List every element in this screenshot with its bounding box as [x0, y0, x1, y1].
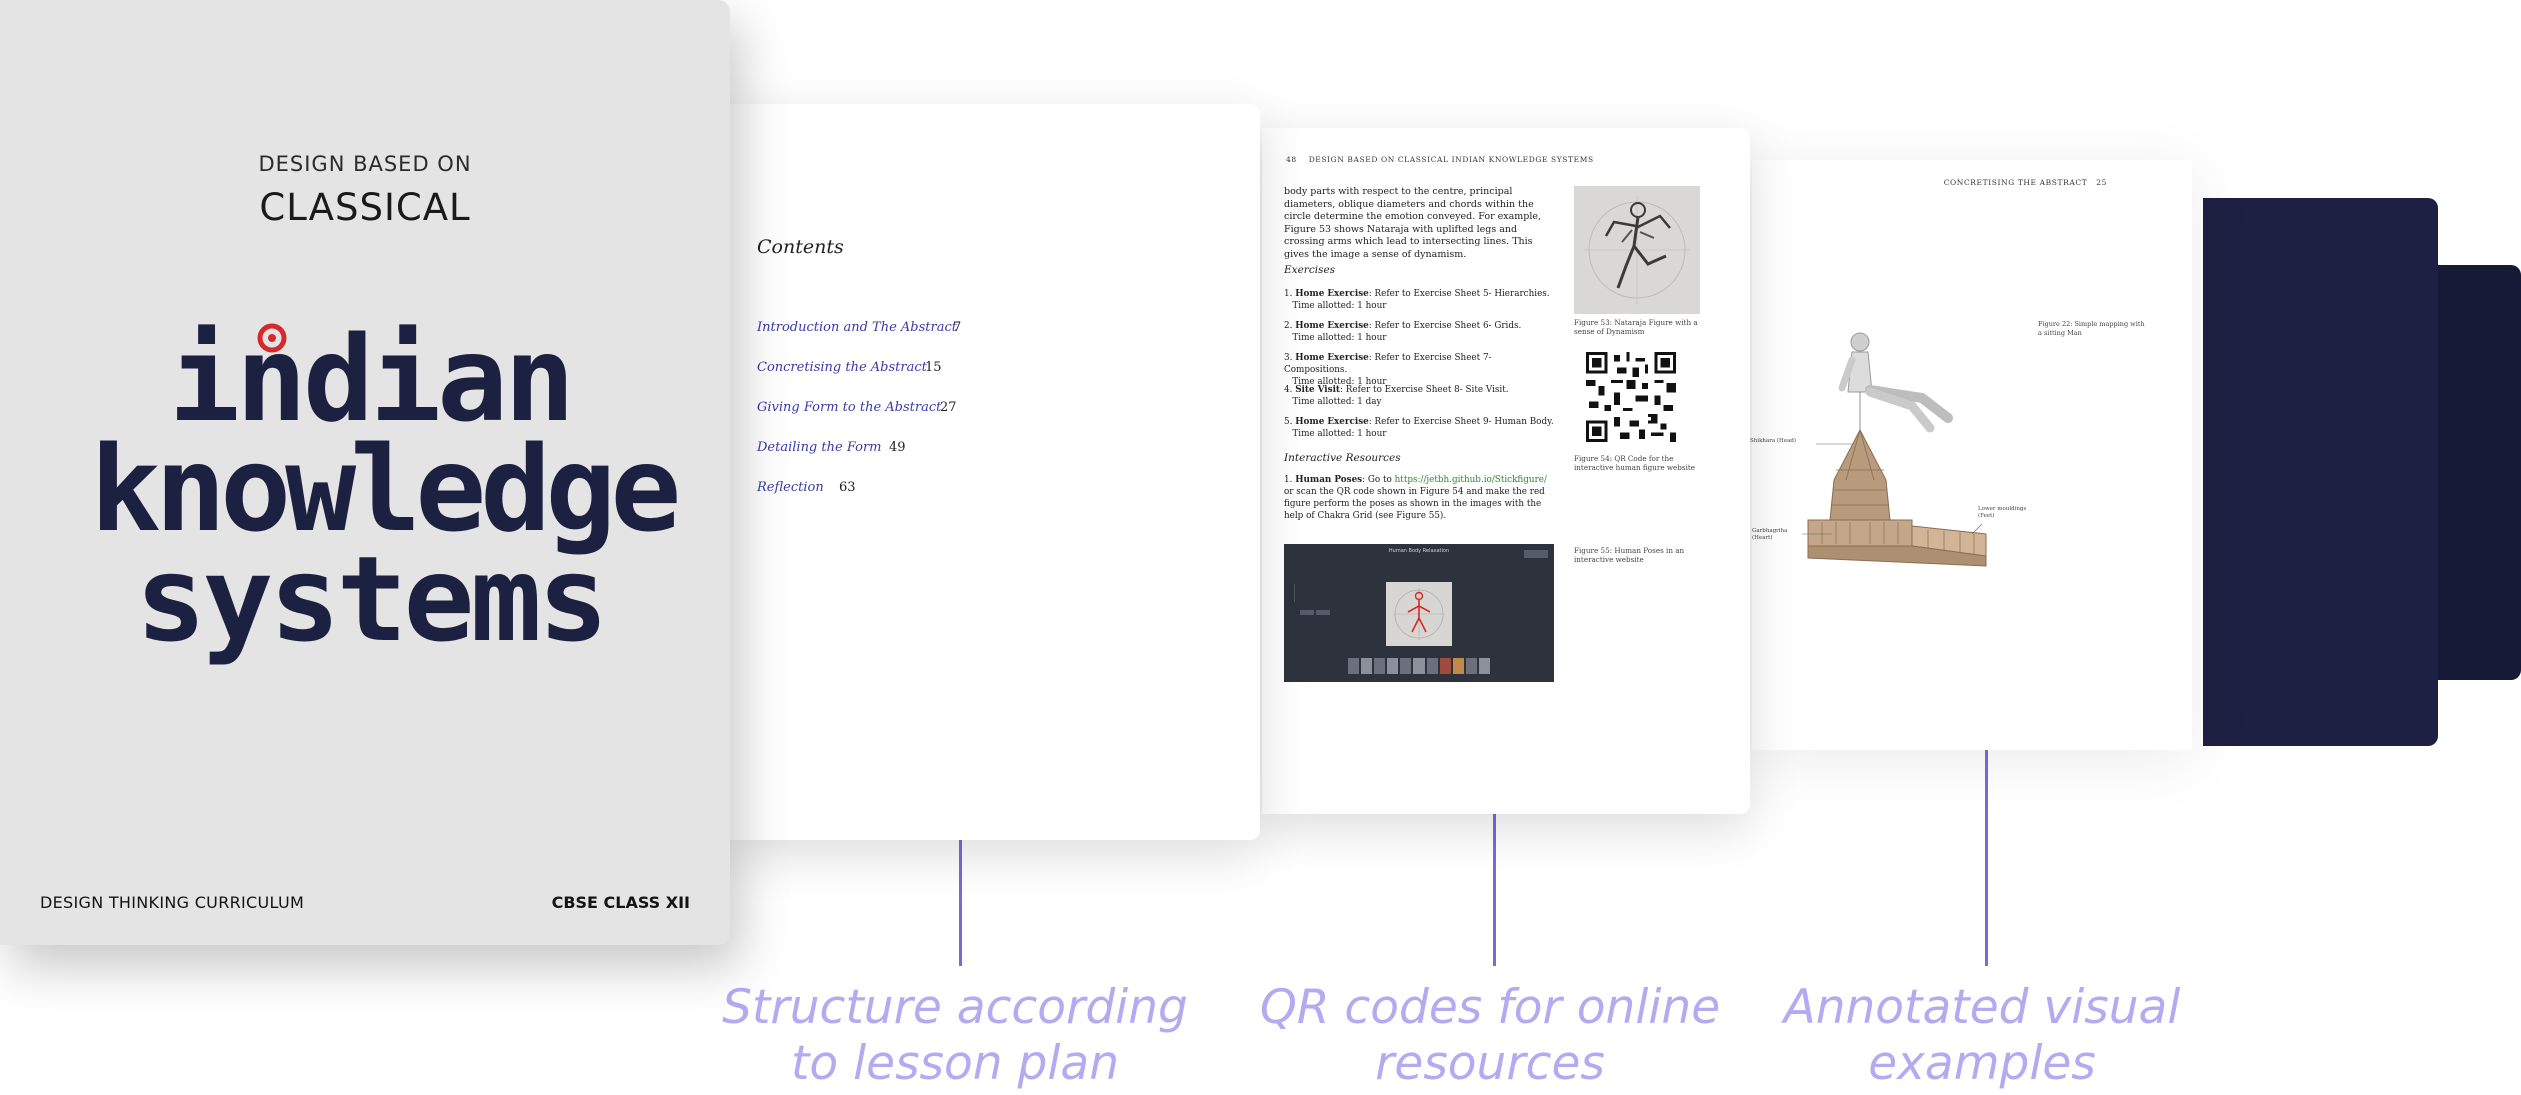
label-feet: Lower mouldings (Feet)	[1978, 506, 2027, 519]
exercises-heading: Exercises	[1284, 264, 1336, 276]
resource-link[interactable]: https://jetbh.github.io/Stickfigure/	[1395, 475, 1547, 485]
qr-code[interactable]	[1586, 352, 1676, 442]
running-head-title: DESIGN BASED ON CLASSICAL INDIAN KNOWLED…	[1308, 155, 1594, 164]
exercise-item: 1. Home Exercise: Refer to Exercise Shee…	[1284, 289, 1550, 311]
toc-item-page: 63	[839, 480, 856, 495]
contents-page: Contents Introduction and The Abstract 7…	[730, 104, 1260, 840]
nataraja-figure	[1574, 186, 1700, 314]
toc-item-label[interactable]: Detailing the Form	[757, 440, 882, 455]
toc-item[interactable]: Detailing the Form 49	[757, 440, 906, 455]
cover-footer-left: DESIGN THINKING CURRICULUM	[40, 893, 305, 912]
cover-logo: indian knowledge systems	[90, 280, 681, 668]
toc-item[interactable]: Introduction and The Abstract 7	[757, 320, 961, 335]
resource-item: 1. Human Poses: Go to https://jetbh.gith…	[1284, 475, 1547, 521]
figure-54-caption: Figure 54: QR Code for the interactive h…	[1574, 454, 1696, 472]
pose-thumbnails[interactable]	[1348, 658, 1491, 674]
exercise-item: 5. Home Exercise: Refer to Exercise Shee…	[1284, 417, 1554, 439]
label-heart: Garbhagriha (Heart)	[1752, 528, 1788, 541]
temple-illustration: Shikhara (Head) Garbhagriha (Heart) Lowe…	[1750, 320, 2026, 580]
figure-22-caption: Figure 22: Simple mapping with a sitting…	[2038, 320, 2145, 337]
human-poses-screenshot: Human Body Relaxation	[1284, 544, 1554, 682]
exercise-item: 4. Site Visit: Refer to Exercise Sheet 8…	[1284, 385, 1509, 407]
callout-line-3	[1985, 740, 1988, 966]
exercise-item: 3. Home Exercise: Refer to Exercise Shee…	[1284, 353, 1492, 387]
book-cover: DESIGN BASED ON CLASSICAL indian knowled…	[0, 0, 730, 945]
toc-item[interactable]: Concretising the Abstract 15	[757, 360, 942, 375]
running-head: CONCRETISING THE ABSTRACT 25	[1944, 178, 2107, 187]
toc-item[interactable]: Giving Form to the Abstract 27	[757, 400, 957, 415]
cover-footer-right: CBSE CLASS XII	[551, 893, 690, 912]
figure-53-caption: Figure 53: Nataraja Figure with a sense …	[1574, 318, 1698, 336]
toc-item[interactable]: Reflection 63	[757, 480, 856, 495]
resources-heading: Interactive Resources	[1284, 452, 1401, 464]
toc-item-page: 49	[889, 440, 906, 455]
dark-book-back	[2438, 265, 2521, 680]
annotated-page: CONCRETISING THE ABSTRACT 25 Figure 22: …	[1750, 160, 2192, 750]
intro-paragraph: body parts with respect to the centre, p…	[1284, 186, 1542, 260]
dark-book-front	[2203, 198, 2438, 746]
toc-item-label[interactable]: Giving Form to the Abstract	[757, 400, 941, 415]
toc-item-label[interactable]: Reflection	[757, 480, 824, 495]
page-number: 25	[2096, 178, 2107, 187]
exercises-page: 48 DESIGN BASED ON CLASSICAL INDIAN KNOW…	[1262, 128, 1750, 814]
contents-heading: Contents	[757, 236, 844, 258]
toc-item-page: 7	[953, 320, 962, 335]
toc-item-page: 27	[940, 400, 957, 415]
pose-canvas	[1386, 582, 1452, 646]
cover-title: CLASSICAL	[259, 186, 471, 229]
figure-55-caption: Figure 55: Human Poses in an interactive…	[1574, 546, 1685, 564]
label-head: Shikhara (Head)	[1750, 438, 1797, 444]
running-head: 48 DESIGN BASED ON CLASSICAL INDIAN KNOW…	[1286, 155, 1594, 164]
page-number: 48	[1286, 155, 1297, 164]
callout-annotated: Annotated visual examples	[1783, 980, 2181, 1091]
toc-item-label[interactable]: Introduction and The Abstract	[757, 320, 957, 335]
exercise-item: 2. Home Exercise: Refer to Exercise Shee…	[1284, 321, 1522, 343]
toc-item-label[interactable]: Concretising the Abstract	[757, 360, 927, 375]
callout-qr-codes: QR codes for online resources	[1259, 980, 1721, 1091]
callout-structure: Structure according to lesson plan	[722, 980, 1188, 1091]
toc-item-page: 15	[925, 360, 942, 375]
running-head-title: CONCRETISING THE ABSTRACT	[1943, 178, 2088, 187]
screenshot-title: Human Body Relaxation	[1388, 548, 1450, 554]
logo-line-3: systems	[135, 530, 608, 668]
cover-subtitle: DESIGN BASED ON	[258, 152, 472, 176]
